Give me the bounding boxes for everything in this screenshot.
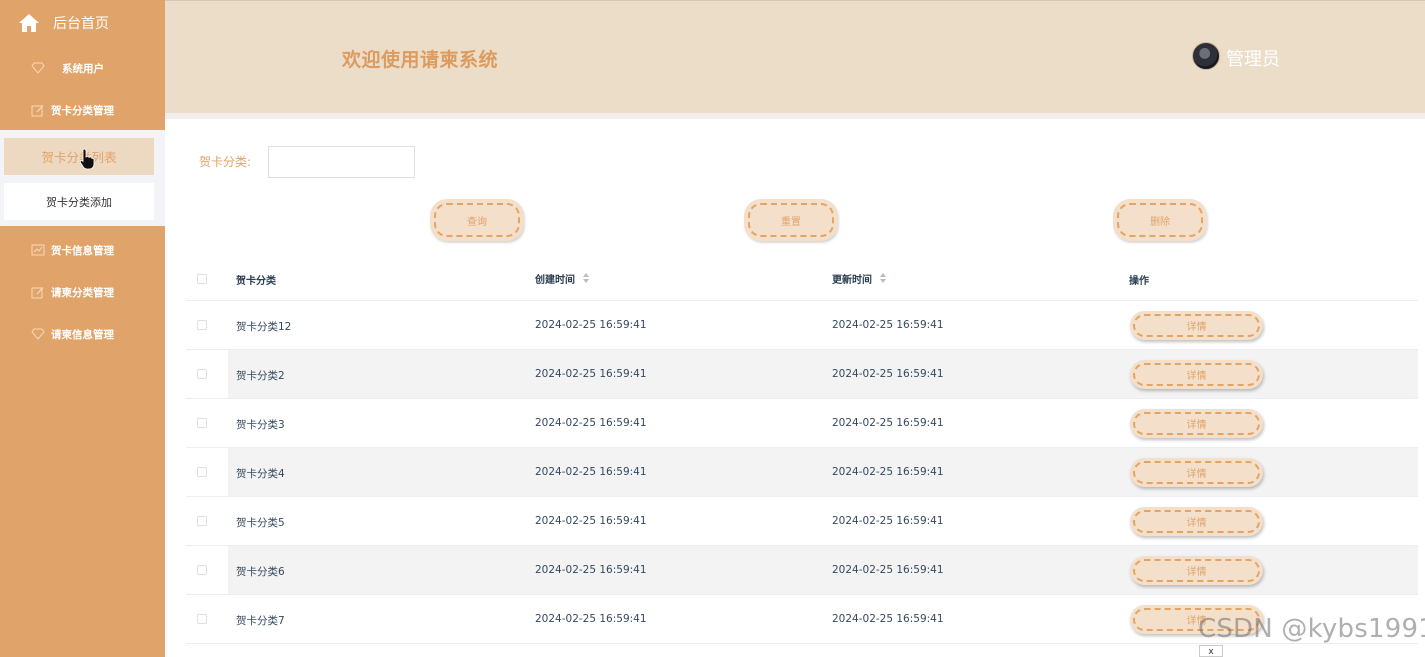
detail-button[interactable]: 详情 (1130, 409, 1263, 438)
search-label: 贺卡分类: (199, 155, 252, 169)
table-row: 贺卡分类5 2024-02-25 16:59:41 2024-02-25 16:… (186, 497, 1418, 546)
updated-cell: 2024-02-25 16:59:41 (832, 515, 944, 527)
reset-button[interactable]: 重置 (745, 200, 837, 240)
table-row: 贺卡分类3 2024-02-25 16:59:41 2024-02-25 16:… (186, 399, 1418, 448)
table-row: 贺卡分类2 2024-02-25 16:59:41 2024-02-25 16:… (186, 350, 1418, 399)
table-row: 贺卡分类6 2024-02-25 16:59:41 2024-02-25 16:… (186, 546, 1418, 595)
row-checkbox[interactable] (197, 320, 207, 330)
hand-cursor-icon (79, 148, 95, 170)
category-cell: 贺卡分类3 (236, 419, 285, 431)
sort-icon[interactable] (880, 273, 886, 283)
sidebar-item-invitation-info[interactable]: 请柬信息管理 (0, 318, 165, 350)
sidebar: 后台首页 系统用户 贺卡分类管理 贺卡分类列表 贺卡分类添加 贺卡信息管理 请柬… (0, 0, 165, 657)
row-checkbox[interactable] (197, 565, 207, 575)
close-icon[interactable]: x (1199, 645, 1223, 657)
row-checkbox[interactable] (197, 516, 207, 526)
category-cell: 贺卡分类7 (236, 615, 285, 627)
submenu-card-category-add[interactable]: 贺卡分类添加 (4, 183, 154, 220)
detail-button[interactable]: 详情 (1130, 311, 1263, 340)
home-icon (19, 14, 39, 32)
column-header-category: 贺卡分类 (236, 276, 276, 287)
detail-button[interactable]: 详情 (1130, 556, 1263, 585)
table-header: 贺卡分类 创建时间 更新时间 操作 (186, 257, 1418, 301)
select-all-checkbox[interactable] (197, 274, 207, 284)
created-cell: 2024-02-25 16:59:41 (535, 417, 647, 429)
query-button[interactable]: 查询 (431, 200, 523, 240)
sidebar-item-home[interactable]: 后台首页 (0, 0, 165, 46)
submenu-label: 贺卡分类添加 (46, 195, 112, 209)
detail-button-label: 详情 (1186, 322, 1207, 333)
detail-button-label: 详情 (1186, 567, 1207, 578)
updated-cell: 2024-02-25 16:59:41 (832, 613, 944, 625)
created-cell: 2024-02-25 16:59:41 (535, 319, 647, 331)
page-title: 欢迎使用请柬系统 (342, 49, 499, 71)
row-checkbox[interactable] (197, 467, 207, 477)
updated-cell: 2024-02-25 16:59:41 (832, 466, 944, 478)
sidebar-item-label: 系统用户 (62, 62, 104, 75)
sidebar-item-card-category[interactable]: 贺卡分类管理 (0, 94, 165, 126)
chart-icon (31, 244, 45, 256)
detail-button-label: 详情 (1186, 371, 1207, 382)
sidebar-item-label: 请柬分类管理 (51, 286, 114, 299)
user-name[interactable]: 管理员 (1226, 45, 1280, 71)
detail-button[interactable]: 详情 (1130, 507, 1263, 536)
column-header-created[interactable]: 创建时间 (535, 271, 575, 286)
created-cell: 2024-02-25 16:59:41 (535, 564, 647, 576)
delete-button-label: 删除 (1150, 216, 1170, 228)
top-header: 欢迎使用请柬系统 管理员 (165, 0, 1425, 113)
header-divider (165, 113, 1425, 119)
category-cell: 贺卡分类12 (236, 321, 292, 333)
updated-cell: 2024-02-25 16:59:41 (832, 417, 944, 429)
column-header-actions: 操作 (1129, 276, 1149, 287)
created-cell: 2024-02-25 16:59:41 (535, 466, 647, 478)
category-search-input[interactable] (268, 146, 415, 178)
detail-button[interactable]: 详情 (1130, 360, 1263, 389)
row-checkbox[interactable] (197, 369, 207, 379)
sidebar-item-label: 贺卡分类管理 (51, 104, 114, 117)
detail-button-label: 详情 (1186, 469, 1207, 480)
sidebar-item-card-info[interactable]: 贺卡信息管理 (0, 234, 165, 266)
sidebar-item-label: 贺卡信息管理 (51, 244, 114, 257)
diamond-icon (31, 62, 45, 74)
row-checkbox[interactable] (197, 614, 207, 624)
detail-button[interactable]: 详情 (1130, 458, 1263, 487)
created-cell: 2024-02-25 16:59:41 (535, 515, 647, 527)
avatar[interactable] (1192, 42, 1220, 70)
updated-cell: 2024-02-25 16:59:41 (832, 368, 944, 380)
diamond-icon (31, 328, 45, 340)
category-cell: 贺卡分类4 (236, 468, 285, 480)
category-cell: 贺卡分类5 (236, 517, 285, 529)
category-cell: 贺卡分类2 (236, 370, 285, 382)
sidebar-item-label: 请柬信息管理 (51, 328, 114, 341)
query-button-label: 查询 (467, 216, 487, 228)
delete-button[interactable]: 删除 (1114, 200, 1206, 240)
sidebar-item-invitation-category[interactable]: 请柬分类管理 (0, 276, 165, 308)
updated-cell: 2024-02-25 16:59:41 (832, 319, 944, 331)
category-cell: 贺卡分类6 (236, 566, 285, 578)
edit-icon (31, 104, 44, 116)
column-header-updated[interactable]: 更新时间 (832, 271, 872, 286)
table-row: 贺卡分类4 2024-02-25 16:59:41 2024-02-25 16:… (186, 448, 1418, 497)
edit-icon (31, 286, 44, 298)
sidebar-item-system-users[interactable]: 系统用户 (0, 52, 165, 84)
created-cell: 2024-02-25 16:59:41 (535, 368, 647, 380)
table-row: 贺卡分类12 2024-02-25 16:59:41 2024-02-25 16… (186, 301, 1418, 350)
updated-cell: 2024-02-25 16:59:41 (832, 564, 944, 576)
row-checkbox[interactable] (197, 418, 207, 428)
detail-button-label: 详情 (1186, 420, 1207, 431)
reset-button-label: 重置 (781, 216, 801, 228)
sidebar-home-label: 后台首页 (53, 16, 109, 32)
sort-icon[interactable] (583, 273, 589, 283)
detail-button-label: 详情 (1186, 518, 1207, 529)
created-cell: 2024-02-25 16:59:41 (535, 613, 647, 625)
watermark: CSDN @kybs1991 (1198, 614, 1425, 644)
submenu-panel: 贺卡分类列表 贺卡分类添加 (0, 130, 165, 226)
